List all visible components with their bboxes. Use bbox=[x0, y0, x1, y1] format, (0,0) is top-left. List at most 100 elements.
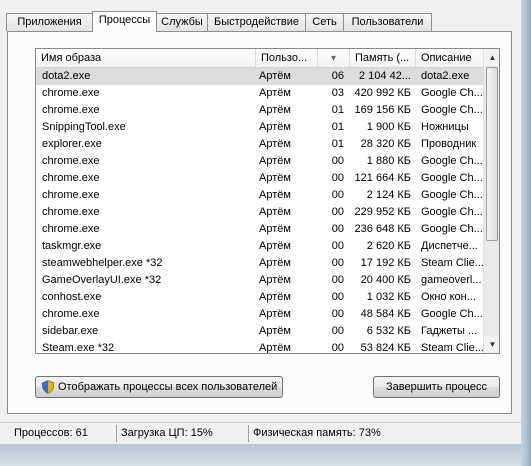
cell-memory: 169 156 КБ bbox=[354, 104, 411, 116]
column-header-row: Имя образа Пользо... ▾ Память (... Описа… bbox=[36, 49, 483, 68]
cell-description: Диспетче... bbox=[421, 240, 478, 252]
tab-network[interactable]: Сеть bbox=[305, 13, 344, 31]
cell-image-name: chrome.exe bbox=[42, 87, 100, 99]
cell-user: Артём bbox=[259, 138, 291, 150]
tab-services[interactable]: Службы bbox=[156, 13, 208, 31]
cell-cpu: 00 bbox=[331, 274, 344, 286]
table-row[interactable]: conhost.exe Артём 00 1 032 КБ Окно кон... bbox=[36, 289, 483, 306]
cell-user: Артём bbox=[259, 308, 291, 320]
cell-user: Артём bbox=[259, 325, 291, 337]
status-processes: Процессов: 61 bbox=[14, 427, 88, 439]
status-bar: Процессов: 61 Загрузка ЦП: 15% Физическа… bbox=[0, 422, 521, 443]
cell-description: Steam Clie... bbox=[421, 342, 483, 354]
table-row[interactable]: chrome.exe Артём 00 2 124 КБ Google Ch... bbox=[36, 187, 483, 204]
cell-image-name: steamwebhelper.exe *32 bbox=[42, 257, 163, 269]
table-row[interactable]: Steam.exe *32 Артём 00 53 824 КБ Steam Clie.… bbox=[36, 340, 483, 354]
cell-memory: 229 952 КБ bbox=[354, 206, 411, 218]
cell-image-name: SnippingTool.exe bbox=[42, 121, 126, 133]
table-row[interactable]: dota2.exe Артём 06 2 104 42... dota2.exe bbox=[36, 68, 483, 85]
cell-cpu: 01 bbox=[331, 104, 344, 116]
cell-description: Google Ch... bbox=[421, 189, 483, 201]
cell-cpu: 00 bbox=[331, 257, 344, 269]
tab-performance[interactable]: Быстродействие bbox=[207, 13, 306, 31]
status-cpu: Загрузка ЦП: 15% bbox=[116, 425, 248, 442]
process-rows: dota2.exe Артём 06 2 104 42... dota2.exe chro… bbox=[36, 68, 483, 354]
taskbar-strip bbox=[0, 444, 521, 466]
cell-image-name: taskmgr.exe bbox=[42, 240, 102, 252]
cell-cpu: 00 bbox=[331, 206, 344, 218]
cell-description: Steam Clie... bbox=[421, 257, 483, 269]
cell-cpu: 00 bbox=[331, 291, 344, 303]
cell-cpu: 06 bbox=[331, 70, 344, 82]
tab-applications[interactable]: Приложения bbox=[6, 13, 93, 31]
cell-cpu: 00 bbox=[331, 155, 344, 167]
table-row[interactable]: chrome.exe Артём 00 48 584 КБ Google Ch... bbox=[36, 306, 483, 323]
cell-memory: 17 192 КБ bbox=[360, 257, 411, 269]
scroll-down-icon[interactable]: ▼ bbox=[484, 336, 499, 353]
scroll-up-icon[interactable]: ▲ bbox=[484, 49, 499, 66]
vertical-scrollbar[interactable]: ▲ ▼ bbox=[483, 49, 499, 353]
cell-user: Артём bbox=[259, 291, 291, 303]
cell-image-name: GameOverlayUI.exe *32 bbox=[42, 274, 162, 286]
table-row[interactable]: sidebar.exe Артём 00 6 532 КБ Гаджеты ... bbox=[36, 323, 483, 340]
cell-memory: 2 104 42... bbox=[359, 70, 411, 82]
cell-description: Гаджеты ... bbox=[421, 325, 478, 337]
cell-user: Артём bbox=[259, 104, 291, 116]
show-all-users-button[interactable]: Отображать процессы всех пользователей bbox=[35, 376, 283, 398]
column-header-cpu[interactable]: ▾ bbox=[318, 49, 350, 67]
cell-image-name: explorer.exe bbox=[42, 138, 102, 150]
cell-memory: 2 620 КБ bbox=[366, 240, 411, 252]
table-row[interactable]: chrome.exe Артём 03 420 992 КБ Google Ch... bbox=[36, 85, 483, 102]
cell-image-name: sidebar.exe bbox=[42, 325, 99, 337]
cell-image-name: chrome.exe bbox=[42, 155, 100, 167]
table-row[interactable]: GameOverlayUI.exe *32 Артём 00 20 400 КБ gam… bbox=[36, 272, 483, 289]
sort-desc-icon: ▾ bbox=[330, 53, 337, 64]
table-row[interactable]: SnippingTool.exe Артём 01 1 900 КБ Ножницы bbox=[36, 119, 483, 136]
cell-description: Google Ch... bbox=[421, 223, 483, 235]
cell-description: Окно кон... bbox=[421, 291, 476, 303]
cell-user: Артём bbox=[259, 87, 291, 99]
cell-user: Артём bbox=[259, 70, 291, 82]
table-row[interactable]: taskmgr.exe Артём 00 2 620 КБ Диспетче... bbox=[36, 238, 483, 255]
end-process-button[interactable]: Завершить процесс bbox=[373, 376, 500, 398]
tab-users[interactable]: Пользователи bbox=[343, 13, 432, 31]
cell-image-name: chrome.exe bbox=[42, 172, 100, 184]
column-header-description[interactable]: Описание bbox=[416, 49, 483, 67]
cell-memory: 53 824 КБ bbox=[360, 342, 411, 354]
cell-cpu: 00 bbox=[331, 172, 344, 184]
cell-memory: 1 032 КБ bbox=[366, 291, 411, 303]
table-row[interactable]: steamwebhelper.exe *32 Артём 00 17 192 КБ St… bbox=[36, 255, 483, 272]
cell-user: Артём bbox=[259, 206, 291, 218]
cell-description: Google Ch... bbox=[421, 104, 483, 116]
table-row[interactable]: chrome.exe Артём 00 121 664 КБ Google Ch... bbox=[36, 170, 483, 187]
cell-description: Google Ch... bbox=[421, 87, 483, 99]
cell-image-name: chrome.exe bbox=[42, 308, 100, 320]
cell-cpu: 00 bbox=[331, 223, 344, 235]
cell-cpu: 00 bbox=[331, 308, 344, 320]
cell-memory: 48 584 КБ bbox=[360, 308, 411, 320]
tab-processes[interactable]: Процессы bbox=[92, 11, 157, 32]
table-row[interactable]: chrome.exe Артём 01 169 156 КБ Google Ch... bbox=[36, 102, 483, 119]
cell-cpu: 01 bbox=[331, 138, 344, 150]
table-row[interactable]: explorer.exe Артём 01 28 320 КБ Проводник bbox=[36, 136, 483, 153]
table-row[interactable]: chrome.exe Артём 00 236 648 КБ Google Ch... bbox=[36, 221, 483, 238]
cell-cpu: 03 bbox=[331, 87, 344, 99]
scrollbar-thumb[interactable] bbox=[486, 67, 498, 241]
cell-cpu: 01 bbox=[331, 121, 344, 133]
process-list[interactable]: Имя образа Пользо... ▾ Память (... Описа… bbox=[35, 48, 500, 354]
cell-image-name: Steam.exe *32 bbox=[42, 342, 115, 354]
cell-memory: 1 900 КБ bbox=[366, 121, 411, 133]
table-row[interactable]: chrome.exe Артём 00 229 952 КБ Google Ch... bbox=[36, 204, 483, 221]
cell-user: Артём bbox=[259, 274, 291, 286]
column-header-memory[interactable]: Память (... bbox=[350, 49, 416, 67]
cell-image-name: chrome.exe bbox=[42, 189, 100, 201]
column-header-user[interactable]: Пользо... bbox=[256, 49, 318, 67]
table-row[interactable]: chrome.exe Артём 00 1 880 КБ Google Ch... bbox=[36, 153, 483, 170]
cell-description: gameoverl... bbox=[421, 274, 482, 286]
cell-memory: 6 532 КБ bbox=[366, 325, 411, 337]
column-header-image-name[interactable]: Имя образа bbox=[36, 49, 256, 67]
cell-description: Проводник bbox=[421, 138, 477, 150]
cell-cpu: 00 bbox=[331, 342, 344, 354]
cell-user: Артём bbox=[259, 223, 291, 235]
cell-cpu: 00 bbox=[331, 240, 344, 252]
